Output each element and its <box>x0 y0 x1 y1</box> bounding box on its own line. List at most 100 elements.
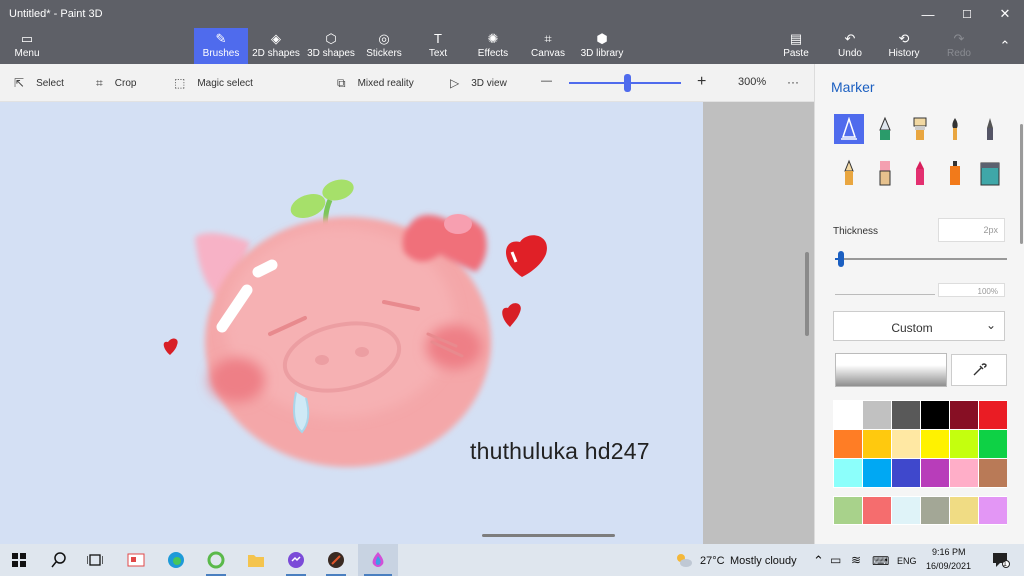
color-swatch[interactable] <box>979 401 1007 429</box>
zoom-out-button[interactable]: — <box>541 75 552 87</box>
color-swatch[interactable] <box>950 401 978 429</box>
brush-spray-can[interactable] <box>940 158 970 188</box>
horizontal-scrollbar[interactable] <box>482 534 615 537</box>
collapse-ribbon-button[interactable]: ⌃ <box>992 28 1018 64</box>
brush-marker[interactable] <box>834 114 864 144</box>
zoom-level[interactable]: 300% <box>738 76 766 88</box>
taskbar-app-edge[interactable] <box>160 544 192 576</box>
taskbar-app-paint3d[interactable] <box>358 544 398 576</box>
color-swatch[interactable] <box>834 497 862 524</box>
minimize-button[interactable]: — <box>910 0 946 28</box>
eraser-icon <box>879 161 891 186</box>
select-button[interactable]: ⇱ Select <box>14 76 64 90</box>
color-swatch[interactable] <box>863 401 891 429</box>
weather-desc[interactable]: Mostly cloudy <box>730 555 797 567</box>
color-swatch[interactable] <box>921 497 949 524</box>
color-preview[interactable] <box>835 353 947 387</box>
battery-icon[interactable]: ▭ <box>830 553 841 567</box>
color-swatch[interactable] <box>979 497 1007 524</box>
brush-watercolor[interactable] <box>940 114 970 144</box>
ribbon: ▭ Menu ✎ Brushes ◈ 2D shapes ⬡ 3D shapes… <box>0 28 1024 64</box>
eyedropper-button[interactable] <box>951 354 1007 386</box>
color-swatch[interactable] <box>950 497 978 524</box>
clock-date[interactable]: 16/09/2021 <box>926 561 971 571</box>
color-swatch[interactable] <box>921 459 949 487</box>
maximize-button[interactable]: ☐ <box>949 0 985 28</box>
thickness-input[interactable]: 2px <box>938 218 1005 242</box>
text-icon: T <box>434 31 442 46</box>
clock-time[interactable]: 9:16 PM <box>932 547 966 557</box>
color-swatch[interactable] <box>834 430 862 458</box>
tab-brushes[interactable]: ✎ Brushes <box>194 28 248 64</box>
brush-fill[interactable] <box>975 158 1005 188</box>
opacity-input[interactable]: 100% <box>938 283 1005 297</box>
search-button[interactable] <box>44 544 74 576</box>
taskbar-app-messenger[interactable] <box>280 544 312 576</box>
color-swatch[interactable] <box>892 497 920 524</box>
tab-text[interactable]: T Text <box>420 28 456 64</box>
weather-widget[interactable] <box>672 544 696 576</box>
color-swatch[interactable] <box>834 401 862 429</box>
color-swatch[interactable] <box>892 459 920 487</box>
notifications-button[interactable]: 1 <box>986 544 1016 576</box>
tab-3d-library[interactable]: ⬢ 3D library <box>578 28 626 64</box>
thickness-slider-thumb[interactable] <box>838 251 845 267</box>
color-swatch[interactable] <box>921 401 949 429</box>
tab-stickers[interactable]: ◎ Stickers <box>362 28 406 64</box>
close-button[interactable]: ✕ <box>987 0 1023 28</box>
brush-calligraphy-pen[interactable] <box>870 114 900 144</box>
taskbar-app-snip[interactable] <box>120 544 152 576</box>
color-swatch[interactable] <box>950 459 978 487</box>
taskbar-app-green[interactable] <box>200 544 232 576</box>
color-swatch[interactable] <box>834 459 862 487</box>
color-swatch[interactable] <box>979 430 1007 458</box>
chevron-up-icon[interactable]: ⌃ <box>813 553 824 569</box>
tab-2d-shapes[interactable]: ◈ 2D shapes <box>250 28 302 64</box>
task-view-button[interactable] <box>80 544 110 576</box>
tab-3d-shapes[interactable]: ⬡ 3D shapes <box>305 28 357 64</box>
redo-button[interactable]: ↷ Redo <box>943 28 975 64</box>
finish-dropdown[interactable]: Custom ⌄ <box>833 311 1005 341</box>
weather-temp[interactable]: 27°C <box>700 555 725 567</box>
chevron-up-icon: ⌃ <box>999 38 1011 53</box>
crop-button[interactable]: ⌗ Crop <box>96 76 136 91</box>
taskbar-app-explorer[interactable] <box>240 544 272 576</box>
canvas-workspace[interactable]: thuthuluka hd247 <box>0 102 814 544</box>
canvas-icon: ⌗ <box>544 31 552 46</box>
color-swatch[interactable] <box>892 430 920 458</box>
brush-crayon[interactable] <box>905 158 935 188</box>
tab-effects[interactable]: ✺ Effects <box>474 28 512 64</box>
color-swatch[interactable] <box>979 459 1007 487</box>
tab-canvas[interactable]: ⌗ Canvas <box>529 28 567 64</box>
color-swatch[interactable] <box>921 430 949 458</box>
tab-label: 3D library <box>580 48 624 59</box>
undo-button[interactable]: ↶ Undo <box>834 28 866 64</box>
magic-select-button[interactable]: ⬚ Magic select <box>174 76 253 90</box>
vertical-scrollbar[interactable] <box>805 252 809 336</box>
mixed-reality-button[interactable]: ⧉ Mixed reality <box>337 76 414 91</box>
drawing-canvas[interactable]: thuthuluka hd247 <box>0 102 703 544</box>
3d-view-button[interactable]: ▷ 3D view <box>450 76 507 90</box>
color-swatch[interactable] <box>863 497 891 524</box>
brush-eraser[interactable] <box>870 158 900 188</box>
brush-pencil[interactable] <box>834 158 864 188</box>
brush-pixel-pen[interactable] <box>975 114 1005 144</box>
thickness-slider-track[interactable] <box>835 258 1007 260</box>
color-swatch[interactable] <box>863 430 891 458</box>
taskbar-app-game[interactable] <box>320 544 352 576</box>
brush-oil[interactable] <box>905 114 935 144</box>
start-button[interactable] <box>4 544 34 576</box>
keyboard-icon[interactable]: ⌨ <box>872 554 889 568</box>
history-button[interactable]: ⟲ History <box>884 28 924 64</box>
color-swatch[interactable] <box>892 401 920 429</box>
paste-button[interactable]: ▤ Paste <box>780 28 812 64</box>
language-indicator[interactable]: ENG <box>897 556 917 566</box>
menu-button[interactable]: ▭ Menu <box>8 28 46 64</box>
panel-scrollbar[interactable] <box>1020 124 1023 244</box>
more-options-button[interactable]: ··· <box>787 75 799 89</box>
wifi-icon[interactable]: ≋ <box>851 553 861 567</box>
zoom-slider-thumb[interactable] <box>624 74 632 92</box>
color-swatch[interactable] <box>863 459 891 487</box>
color-swatch[interactable] <box>950 430 978 458</box>
zoom-in-button[interactable]: + <box>697 73 706 91</box>
